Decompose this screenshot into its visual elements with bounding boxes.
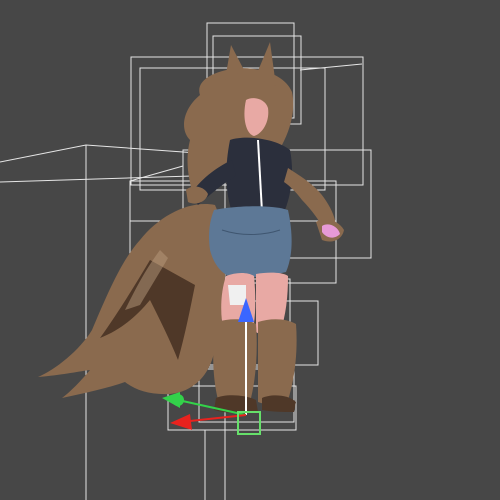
scene-canvas[interactable]: [0, 0, 500, 500]
gizmo-x-arrow-icon[interactable]: [170, 414, 192, 430]
character-shorts[interactable]: [209, 206, 292, 278]
left-sock: [228, 285, 246, 305]
shorts: [209, 206, 292, 278]
bounds-edge-b: [129, 165, 184, 182]
bounds-edge-a: [299, 63, 363, 71]
scene-viewport[interactable]: [0, 0, 500, 500]
left-foot: [214, 395, 258, 414]
tail[interactable]: [38, 204, 226, 398]
right-foot: [262, 395, 296, 412]
character-legs[interactable]: [213, 272, 297, 414]
fur-leg-left: [213, 319, 257, 405]
gizmo-z-handle[interactable]: [172, 394, 184, 406]
fur-leg-right: [258, 319, 297, 405]
